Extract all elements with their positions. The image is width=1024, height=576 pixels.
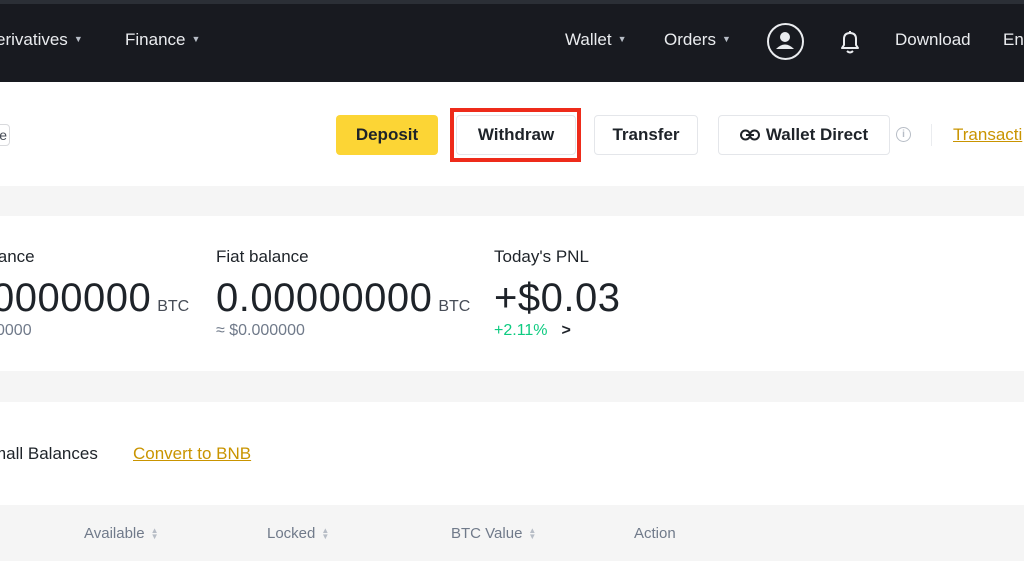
estimated-balance-value: 0000000 xyxy=(0,276,152,320)
fiat-balance-unit: BTC xyxy=(438,298,471,315)
transfer-button[interactable]: Transfer xyxy=(594,115,698,155)
estimated-balance-amount: 0000000 BTC xyxy=(0,276,189,321)
column-header-action: Action xyxy=(634,525,676,542)
sort-icon: ▲ ▼ xyxy=(528,526,537,541)
link-icon xyxy=(739,129,760,141)
chevron-right-icon: > xyxy=(561,322,571,339)
pnl-label: Today's PNL xyxy=(494,247,589,266)
sort-icon: ▲ ▼ xyxy=(321,526,330,541)
wallet-direct-button[interactable]: Wallet Direct xyxy=(718,115,890,155)
column-header-label: Locked xyxy=(267,525,316,542)
estimated-balance-fiat: 0000 xyxy=(0,322,32,339)
column-header-locked[interactable]: Locked ▲ ▼ xyxy=(267,525,329,542)
column-header-available[interactable]: Available ▲ ▼ xyxy=(84,525,159,542)
divider xyxy=(931,124,932,146)
column-header-label: Available xyxy=(84,525,145,542)
estimated-balance-label: lance xyxy=(0,247,35,266)
pnl-change-row[interactable]: +2.11% > xyxy=(494,322,571,340)
estimated-balance-unit: BTC xyxy=(157,298,190,315)
pnl-change-percent: +2.11% xyxy=(494,322,548,339)
sort-icon: ▲ ▼ xyxy=(150,526,159,541)
wallet-direct-label: Wallet Direct xyxy=(765,125,869,144)
user-avatar-icon[interactable] xyxy=(767,23,804,60)
pnl-amount: +$0.03 xyxy=(494,276,621,320)
hide-small-balances-toggle[interactable]: mall Balances xyxy=(0,444,98,464)
info-icon[interactable]: i xyxy=(896,127,911,142)
fiat-balance-label: Fiat balance xyxy=(216,247,309,266)
caret-down-icon: ▼ xyxy=(721,34,731,44)
bell-icon[interactable] xyxy=(838,29,862,60)
nav-item-finance[interactable]: Finance ▼ xyxy=(125,30,200,50)
withdraw-highlight-box xyxy=(450,108,581,162)
overview-chip[interactable]: e xyxy=(0,124,10,146)
fiat-balance-approx: ≈ $0.000000 xyxy=(216,322,305,339)
caret-down-icon: ▼ xyxy=(617,34,627,44)
nav-item-finance-label: Finance xyxy=(125,30,186,49)
nav-item-orders-label: Orders xyxy=(664,30,716,49)
download-link[interactable]: Download xyxy=(895,30,971,50)
deposit-button[interactable]: Deposit xyxy=(336,115,438,155)
caret-down-icon: ▼ xyxy=(191,34,201,44)
transaction-history-link[interactable]: Transacti xyxy=(953,125,1022,145)
convert-to-bnb-link[interactable]: Convert to BNB xyxy=(133,444,251,464)
fiat-balance-amount: 0.00000000 BTC xyxy=(216,276,470,321)
fiat-balance-value: 0.00000000 xyxy=(216,276,433,320)
nav-item-orders[interactable]: Orders ▼ xyxy=(664,30,731,50)
nav-item-wallet[interactable]: Wallet ▼ xyxy=(565,30,627,50)
column-header-label: BTC Value xyxy=(451,525,523,542)
language-selector[interactable]: Eng xyxy=(1003,30,1024,50)
nav-item-wallet-label: Wallet xyxy=(565,30,612,49)
nav-item-derivatives-label: erivatives xyxy=(0,30,68,49)
column-header-btc-value[interactable]: BTC Value ▲ ▼ xyxy=(451,525,536,542)
caret-down-icon: ▼ xyxy=(73,34,83,44)
nav-item-derivatives[interactable]: erivatives ▼ xyxy=(0,30,83,50)
